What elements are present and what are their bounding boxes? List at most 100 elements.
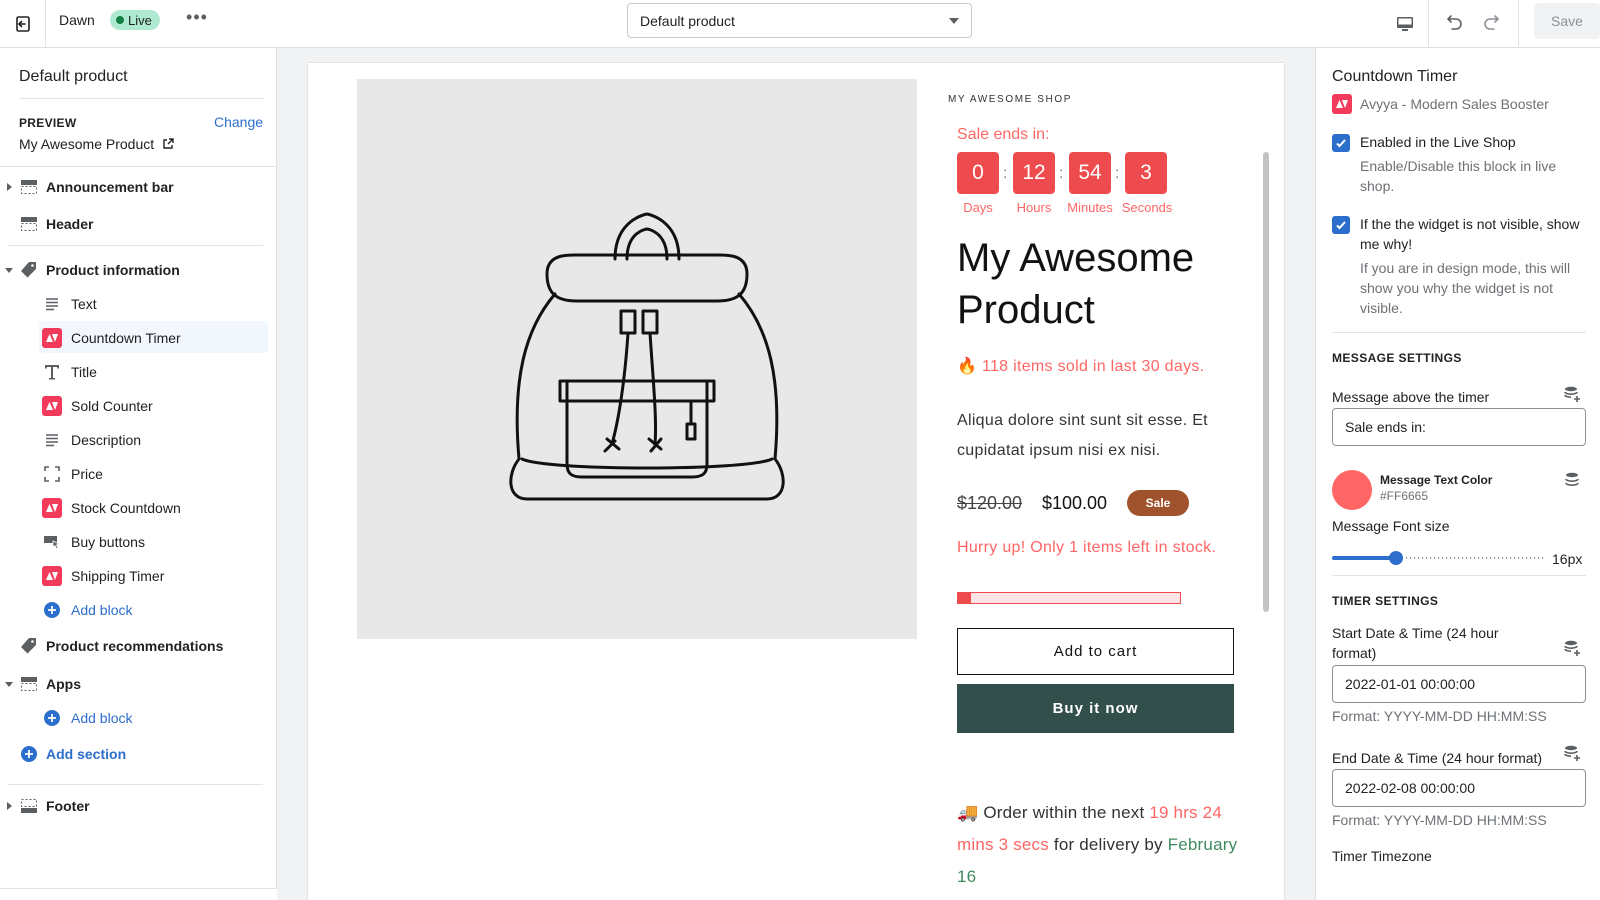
redo-button[interactable] [1477,8,1505,36]
device-preview-button[interactable] [1390,9,1420,39]
buy-buttons-icon [42,532,62,552]
block-label: Description [71,432,142,448]
block-shipping-timer[interactable]: Shipping Timer [0,561,277,591]
block-countdown-timer[interactable]: Countdown Timer [0,321,277,353]
chevron-right-icon [7,802,12,810]
apps-add-block-button[interactable]: Add block [0,703,277,733]
countdown-days: 0 [957,152,999,194]
avyya-app-icon [42,566,62,586]
text-lines-icon [42,294,62,314]
section-layout-icon [19,214,39,234]
price-frame-icon [42,464,62,484]
start-date-input[interactable]: 2022-01-01 00:00:00 [1332,665,1586,703]
countdown-seconds: 3 [1125,152,1167,194]
add-to-cart-button[interactable]: Add to cart [957,628,1234,675]
section-apps[interactable]: Apps [0,669,277,699]
section-label: Header [46,216,94,232]
block-label: Title [71,364,97,380]
debug-help: If you are in design mode, this will sho… [1360,260,1571,316]
add-section-button[interactable]: Add section [0,739,277,769]
slider-thumb[interactable] [1389,551,1403,565]
preview-product-name: My Awesome Product [19,136,155,152]
preview-product-link[interactable]: My Awesome Product [19,136,174,152]
message-above-input[interactable]: Sale ends in: [1332,408,1586,446]
save-button[interactable]: Save [1534,3,1600,39]
preview-scrollbar[interactable] [1263,152,1269,612]
text-color-swatch[interactable] [1332,470,1372,510]
dynamic-source-button[interactable] [1562,384,1582,404]
chevron-down-icon [949,18,959,24]
block-label: Buy buttons [71,534,145,550]
app-attribution: Avyya - Modern Sales Booster [1332,94,1549,114]
message-settings-heading: MESSAGE SETTINGS [1332,351,1462,365]
enabled-checkbox[interactable] [1332,134,1350,152]
compare-at-price: $120.00 [957,493,1023,513]
exit-button[interactable] [0,0,46,48]
section-product-recommendations[interactable]: Product recommendations [0,631,277,661]
backpack-icon [509,212,785,501]
live-badge: Live [110,10,160,30]
section-label: Apps [46,676,81,692]
divider [19,98,264,99]
avyya-app-icon [42,328,62,348]
redo-icon [1484,15,1499,30]
shipping-prefix: Order within the next [983,803,1145,822]
more-actions-button[interactable]: ••• [186,8,208,30]
debug-checkbox[interactable] [1332,216,1350,234]
shipping-timer-text: 🚚 Order within the next 19 hrs 24 mins 3… [957,797,1242,893]
debug-label: If the the widget is not visible, show m… [1360,216,1580,252]
section-announcement-bar[interactable]: Announcement bar [0,172,277,202]
database-icon [1565,472,1579,487]
avyya-app-icon [42,396,62,416]
settings-title: Countdown Timer [1332,68,1458,85]
countdown-message: Sale ends in: [957,126,1050,143]
top-bar: Dawn Live ••• Default product Save [0,0,1600,48]
add-circle-icon [19,744,39,764]
product-title: My Awesome Product [957,236,1195,332]
template-title: Default product [19,68,128,85]
enabled-help: Enable/Disable this block in live shop. [1360,158,1557,194]
database-icon [1564,386,1580,402]
timezone-label: Timer Timezone [1332,848,1432,864]
divider [8,784,263,785]
section-label: Product recommendations [46,638,224,654]
block-price[interactable]: Price [0,459,277,489]
dynamic-source-button[interactable] [1562,638,1582,658]
checkmark-icon [1336,221,1346,230]
undo-button[interactable] [1441,8,1469,36]
stock-countdown-text: Hurry up! Only 1 items left in stock. [957,539,1217,556]
font-size-value: 16px [1552,551,1583,567]
countdown-label: Minutes [1067,200,1113,215]
theme-name: Dawn [59,12,95,28]
block-text[interactable]: Text [0,289,277,319]
dynamic-source-button[interactable] [1562,470,1582,490]
block-description[interactable]: Description [0,425,277,455]
add-section-label: Add section [46,746,127,762]
end-date-input[interactable]: 2022-02-08 00:00:00 [1332,769,1586,807]
end-date-help: Format: YYYY-MM-DD HH:MM:SS [1332,812,1547,828]
template-select[interactable]: Default product [627,3,972,38]
font-size-label: Message Font size [1332,518,1450,534]
dynamic-source-button[interactable] [1562,743,1582,763]
block-buy-buttons[interactable]: Buy buttons [0,527,277,557]
countdown-label: Hours [1016,200,1052,215]
block-stock-countdown[interactable]: Stock Countdown [0,493,277,523]
section-product-information[interactable]: Product information [0,255,277,285]
shipping-middle: for delivery by [1053,835,1163,854]
add-block-button[interactable]: Add block [0,595,277,625]
product-image[interactable] [357,79,917,639]
font-size-slider[interactable] [1332,548,1544,568]
tag-icon [19,260,39,280]
section-footer[interactable]: Footer [0,791,277,821]
block-label: Countdown Timer [71,330,181,346]
chevron-down-icon [5,268,13,273]
section-header[interactable]: Header [0,209,277,239]
buy-now-button[interactable]: Buy it now [957,684,1234,733]
countdown-label: Seconds [1121,200,1173,215]
countdown-separator: : [1059,165,1064,182]
block-title[interactable]: Title [0,357,277,387]
section-layout-icon [19,796,39,816]
enabled-label: Enabled in the Live Shop [1360,134,1516,150]
block-sold-counter[interactable]: Sold Counter [0,391,277,421]
change-preview-link[interactable]: Change [214,114,263,130]
